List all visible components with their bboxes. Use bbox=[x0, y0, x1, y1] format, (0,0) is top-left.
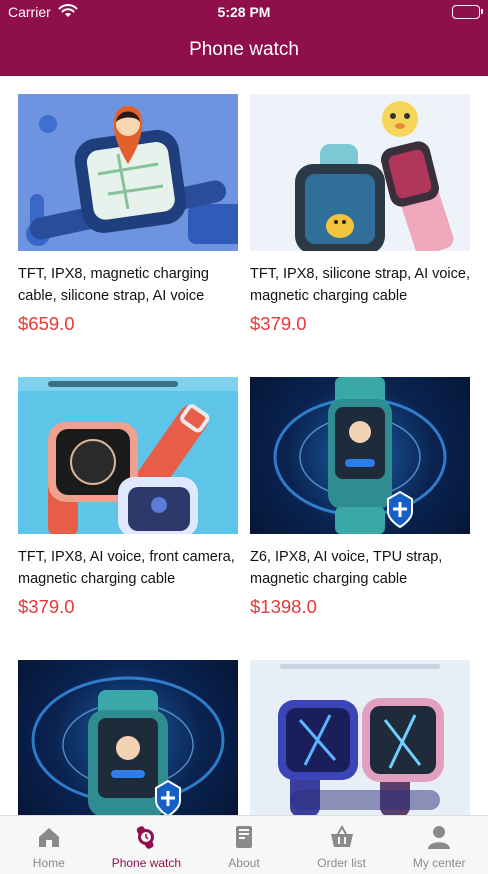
tab-label: Home bbox=[32, 856, 65, 870]
battery-icon bbox=[452, 5, 483, 19]
product-image[interactable] bbox=[18, 94, 238, 251]
nav-bar: Phone watch bbox=[0, 26, 488, 76]
product-price: $659.0 bbox=[18, 313, 75, 334]
product-card[interactable]: Z6, IPX8, AI voice, TPU strap, magnetic … bbox=[250, 377, 472, 618]
tab-label: My center bbox=[412, 856, 466, 870]
product-image[interactable] bbox=[18, 660, 238, 815]
tab-home[interactable]: Home bbox=[0, 816, 98, 874]
clock: 5:28 PM bbox=[217, 4, 271, 20]
basket-icon bbox=[329, 824, 355, 850]
tab-label: About bbox=[228, 856, 260, 870]
tab-about[interactable]: About bbox=[195, 816, 293, 874]
product-card[interactable]: TFT, IPX8, AI voice, front camera, magne… bbox=[18, 377, 240, 618]
product-card[interactable]: TFT, IPX8, magnetic charging cable, sili… bbox=[18, 94, 240, 335]
product-card[interactable]: TFT, IPX8, silicone strap, AI voice, mag… bbox=[250, 94, 472, 335]
product-description: TFT, IPX8, magnetic charging cable, sili… bbox=[18, 266, 209, 304]
product-price: $379.0 bbox=[250, 313, 307, 334]
tab-bar: Home Phone watch About Order list My cen… bbox=[0, 815, 488, 874]
product-image[interactable] bbox=[250, 94, 470, 251]
product-price: $1398.0 bbox=[250, 596, 317, 617]
watch-icon bbox=[133, 824, 159, 850]
user-icon bbox=[426, 824, 452, 850]
product-price: $379.0 bbox=[18, 596, 75, 617]
tab-label: Order list bbox=[317, 856, 366, 870]
product-description: Z6, IPX8, AI voice, TPU strap, magnetic … bbox=[250, 549, 443, 587]
about-icon bbox=[231, 824, 257, 850]
product-description: TFT, IPX8, silicone strap, AI voice, mag… bbox=[250, 266, 470, 304]
product-card[interactable] bbox=[250, 660, 472, 815]
product-card[interactable] bbox=[18, 660, 240, 815]
tab-label: Phone watch bbox=[111, 856, 182, 870]
tab-phone-watch[interactable]: Phone watch bbox=[98, 816, 196, 874]
product-image[interactable] bbox=[250, 660, 470, 815]
product-image[interactable] bbox=[18, 377, 238, 534]
status-bar: Carrier 5:28 PM bbox=[0, 0, 488, 26]
product-grid[interactable]: TFT, IPX8, magnetic charging cable, sili… bbox=[0, 76, 488, 815]
product-image[interactable] bbox=[250, 377, 470, 534]
tab-order-list[interactable]: Order list bbox=[293, 816, 391, 874]
page-title: Phone watch bbox=[189, 39, 299, 60]
tab-my-center[interactable]: My center bbox=[390, 816, 488, 874]
home-icon bbox=[36, 824, 62, 850]
product-description: TFT, IPX8, AI voice, front camera, magne… bbox=[18, 549, 235, 587]
